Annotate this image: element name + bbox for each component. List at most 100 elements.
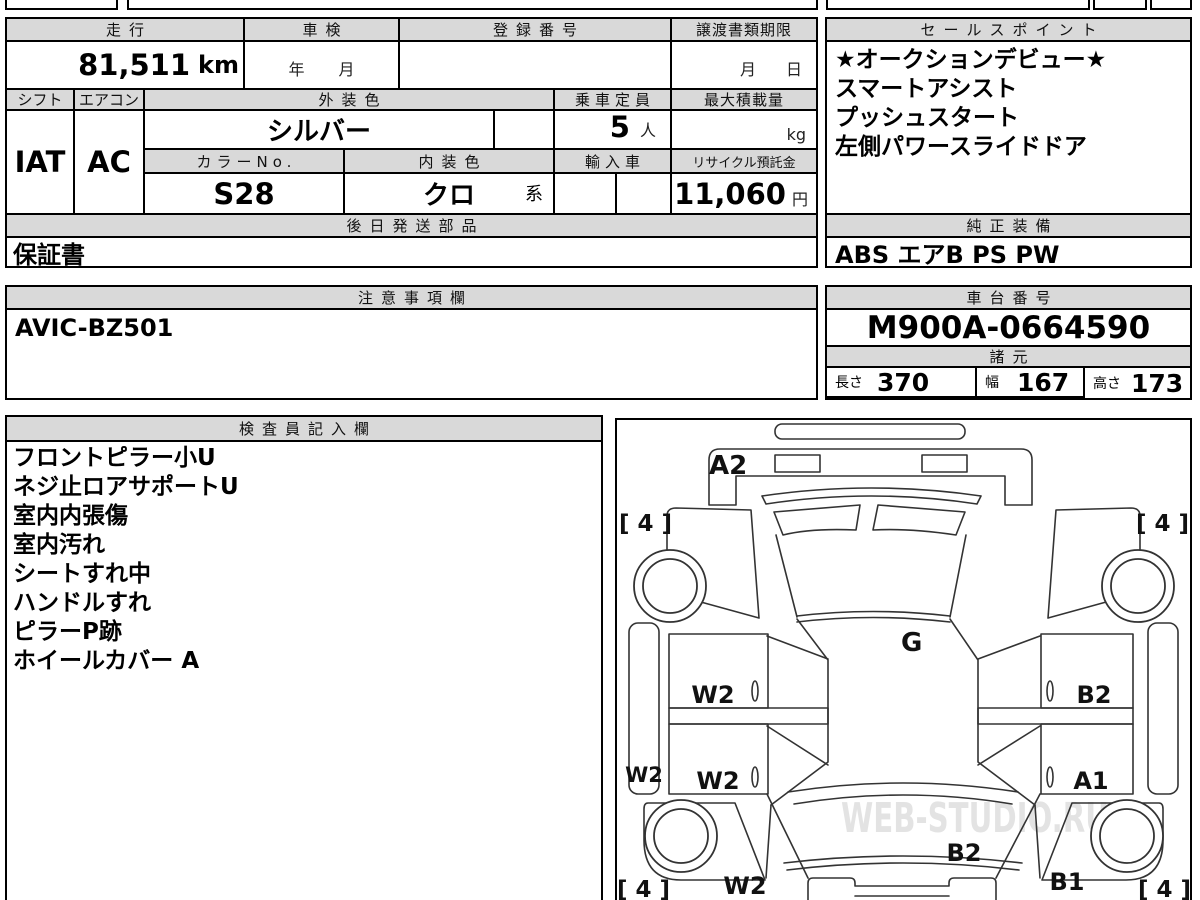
maxload-value-cell: kg <box>672 111 816 150</box>
shaken-year-label: 年 <box>288 60 305 79</box>
car-damage-diagram: WEB-STUDIO.RU A2 G [4] [4] [4] [4… <box>617 423 1191 900</box>
aircon-value: AC <box>87 145 131 179</box>
spec-height-value: 173 <box>1131 368 1184 398</box>
transfer-month-label: 月 <box>739 60 756 79</box>
wheel-rear-right <box>1090 799 1164 873</box>
sales-points-list: ★オークションデビュー★ スマートアシスト プッシュスタート 左側パワースライド… <box>827 42 1190 215</box>
sill-right <box>1147 622 1179 795</box>
front-bumper <box>774 423 966 440</box>
label-front-panel: A2 <box>709 451 747 481</box>
maxload-header-label: 最大積載量 <box>703 91 784 109</box>
label-rear-hatch: B2 <box>947 839 982 867</box>
exterior-color-empty-cell <box>495 111 555 150</box>
spec-height-cell: 高さ 173 <box>1085 368 1190 398</box>
sales-point-item: スマートアシスト <box>835 76 1018 102</box>
shaken-header-label: 車検 <box>302 21 349 39</box>
capacity-header: 乗車定員 <box>555 90 672 111</box>
cutoff-cell <box>127 0 208 10</box>
equipment-value-cell: ABS エアB PS PW <box>827 238 1190 267</box>
inspector-note: フロントピラー小U <box>13 445 216 471</box>
shift-value-cell: IAT <box>7 111 75 215</box>
wheel-front-right <box>1101 549 1175 623</box>
capacity-unit: 人 <box>639 121 656 140</box>
transfer-value-cell: 月 日 <box>672 42 816 90</box>
interior-color-value: クロ <box>422 181 475 211</box>
cutoff-cell <box>1150 0 1192 10</box>
mileage-value: 81,511 <box>78 48 191 82</box>
exterior-color-header: 外装色 <box>145 90 555 111</box>
damage-diagram-box: WEB-STUDIO.RU A2 G [4] [4] [4] [4… <box>615 418 1192 900</box>
notes-value: AVIC-BZ501 <box>15 314 174 342</box>
inspector-note: ホイールカバー A <box>13 648 200 674</box>
windshield-right <box>872 504 966 536</box>
cutoff-cell <box>331 0 818 10</box>
exterior-color-label: 外装色 <box>318 91 388 109</box>
chassis-number: M900A-0664590 <box>866 310 1151 346</box>
later-parts-value-cell: 保証書 <box>7 238 816 267</box>
color-no-value-cell: S28 <box>145 174 345 215</box>
transfer-day-label: 日 <box>785 60 802 79</box>
import-value-cell-1 <box>555 174 617 215</box>
shaken-value-cell: 年 月 <box>245 42 400 90</box>
later-parts-label: 後日発送部品 <box>346 217 485 235</box>
chassis-header-label: 車台番号 <box>966 289 1059 307</box>
capacity-value-cell: 5 人 <box>555 111 672 150</box>
label-tire-rear-left: [ 4 ] <box>617 877 670 900</box>
sales-point-item: 左側パワースライドドア <box>835 134 1087 160</box>
wheel-rear-left <box>644 799 718 873</box>
label-door-front-right: B2 <box>1077 681 1112 709</box>
rear-hatch-line <box>783 855 1023 871</box>
notes-value-cell: AVIC-BZ501 <box>7 310 816 398</box>
capacity-header-label: 乗車定員 <box>574 91 655 109</box>
recycle-deposit-value-cell: 11,060 円 <box>672 174 816 215</box>
auction-sheet: 走行 車検 登録番号 譲渡書類期限 81,511 km 年 月 月 日 シフト … <box>0 0 1200 900</box>
chassis-header: 車台番号 <box>827 287 1190 310</box>
c-pillar-lines <box>766 725 1041 766</box>
aircon-header: エアコン <box>75 90 145 111</box>
label-quarter-rear-right: B1 <box>1050 868 1085 896</box>
spec-width-label: 幅 <box>985 375 999 391</box>
side-strip-left <box>668 707 829 725</box>
cutoff-cell <box>206 0 333 10</box>
roof-rear-line <box>796 610 951 623</box>
inspector-note: ピラーP跡 <box>13 619 122 645</box>
spec-length-value: 370 <box>877 368 930 397</box>
spec-width-cell: 幅 167 <box>977 368 1085 398</box>
recycle-deposit-label: リサイクル預託金 <box>692 155 796 171</box>
sales-points-header: セールスポイント <box>827 19 1190 42</box>
vehicle-info-table: 走行 車検 登録番号 譲渡書類期限 81,511 km 年 月 月 日 シフト … <box>5 17 818 268</box>
exterior-color-value: シルバー <box>266 117 371 147</box>
import-value-cell-2 <box>617 174 672 215</box>
equipment-header: 純正装備 <box>827 215 1190 238</box>
recycle-deposit-header: リサイクル預託金 <box>672 150 816 174</box>
maxload-header: 最大積載量 <box>672 90 816 111</box>
shift-value: IAT <box>14 145 66 179</box>
exterior-color-value-cell: シルバー <box>145 111 495 150</box>
sales-point-item: プッシュスタート <box>835 105 1019 131</box>
specs-header-label: 諸元 <box>989 348 1036 366</box>
notes-header-label: 注意事項欄 <box>357 289 473 307</box>
chassis-value-cell: M900A-0664590 <box>827 310 1190 347</box>
door-handle-front-right <box>1046 680 1054 702</box>
interior-color-value-cell: クロ 系 <box>345 174 555 215</box>
label-sill-left: W2 <box>625 763 663 787</box>
body-side-left <box>770 618 829 806</box>
watermark-text: WEB-STUDIO.RU <box>841 794 1109 842</box>
transfer-deadline-header: 譲渡書類期限 <box>672 19 816 42</box>
label-roof: G <box>901 628 922 658</box>
interior-color-header: 内装色 <box>345 150 555 174</box>
mileage-unit: km <box>198 51 239 79</box>
label-door-rear-right: A1 <box>1073 767 1108 795</box>
sales-point-item: ★オークションデビュー★ <box>835 47 1107 73</box>
shift-header-label: シフト <box>17 91 63 109</box>
inspector-note: シートすれ中 <box>13 561 151 587</box>
rear-bumper <box>807 877 997 900</box>
door-handle-rear-left <box>751 766 759 788</box>
cowl <box>761 487 982 505</box>
inspector-note: ハンドルすれ <box>13 590 151 616</box>
wheel-front-left <box>633 549 707 623</box>
aircon-header-label: エアコン <box>78 91 139 109</box>
transfer-deadline-label: 譲渡書類期限 <box>695 21 792 39</box>
color-no-header: カラーNo. <box>145 150 345 174</box>
inspector-note: 室内内張傷 <box>13 503 128 529</box>
